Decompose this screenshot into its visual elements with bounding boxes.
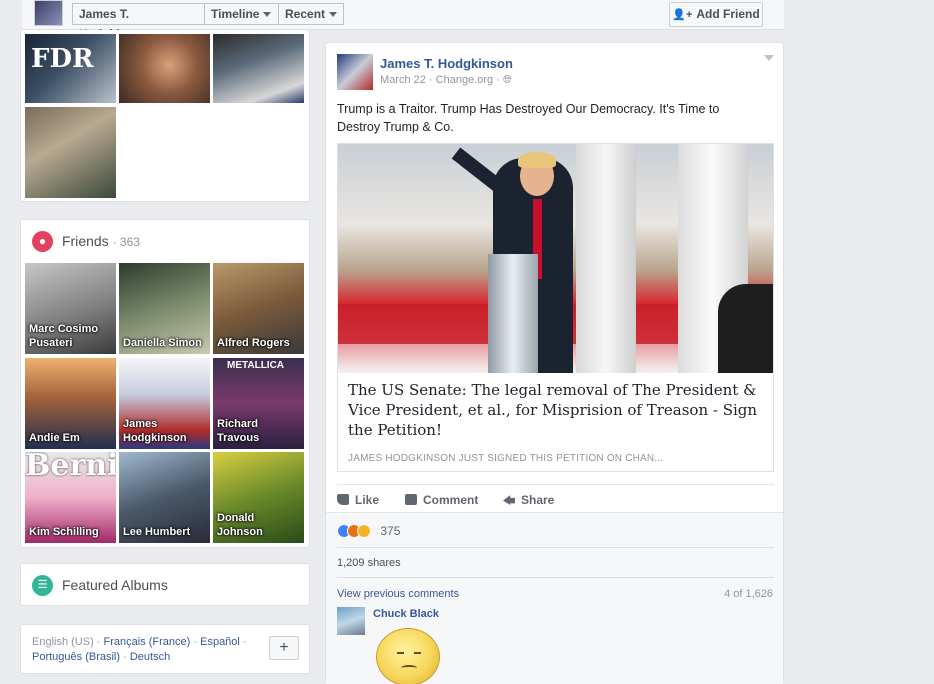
friend-name: Richard Travous (217, 418, 260, 444)
friend-name: Lee Humbert (123, 526, 191, 538)
language-selector-card: English (US) · Français (France) · Españ… (20, 624, 310, 674)
albums-title[interactable]: Featured Albums (62, 577, 168, 593)
photo-thumbnail[interactable] (25, 107, 116, 198)
friend-name: Andie Em (29, 432, 80, 444)
language-link[interactable]: Français (France) (104, 636, 191, 648)
commenter-avatar[interactable] (337, 607, 365, 635)
sticker-eye (397, 652, 404, 654)
featured-albums-card: ☰ Featured Albums (20, 563, 310, 606)
post-options-chevron-icon[interactable] (764, 55, 774, 61)
photo-thumbnail[interactable] (213, 34, 304, 103)
friend-name: Daniella Simon (123, 337, 202, 349)
chevron-down-icon (263, 12, 272, 18)
profile-name-button[interactable]: James T. Hodgkinson (72, 3, 205, 41)
friend-tile[interactable]: James Hodgkinson (119, 358, 210, 449)
like-icon (337, 494, 349, 505)
post-actions: Like Comment Share (337, 484, 774, 510)
timeline-post: James T. Hodgkinson March 22 · Change.or… (325, 42, 784, 684)
friend-name: Alfred Rogers (217, 337, 290, 349)
friend-tile[interactable]: Marc Cosimo Pusateri (25, 263, 116, 354)
audience-figure (718, 284, 773, 373)
share-icon (503, 495, 515, 505)
friend-name: James Hodgkinson (123, 418, 187, 444)
post-feedback: 375 1,209 shares View previous comments … (326, 512, 783, 684)
albums-icon: ☰ (32, 575, 53, 596)
post-author[interactable]: James T. Hodgkinson (380, 56, 513, 71)
friends-card: ● Friends · 363 Marc Cosimo Pusateri Dan… (20, 219, 310, 548)
speaker-hair (518, 152, 556, 168)
language-link[interactable]: Português (Brasil) (32, 651, 120, 663)
profile-thumbnail[interactable] (34, 0, 63, 26)
language-line: English (US) · Français (France) · Españ… (32, 636, 247, 648)
shares-count[interactable]: 1,209 shares (337, 557, 401, 569)
link-title[interactable]: The US Senate: The legal removal of The … (348, 380, 768, 440)
like-label: Like (355, 493, 380, 507)
photo-caption: FDR (31, 44, 94, 74)
friend-tile[interactable]: Bernie Kim Schilling (25, 452, 116, 543)
more-languages-button[interactable]: + (269, 636, 299, 660)
like-button[interactable]: Like (337, 493, 379, 507)
friend-tile[interactable]: Daniella Simon (119, 263, 210, 354)
sticker-mouth (401, 665, 417, 671)
language-link[interactable]: Español (200, 636, 240, 648)
podium-shape (488, 254, 538, 373)
post-text: Trump is a Traitor. Trump Has Destroyed … (337, 102, 720, 134)
recent-label: Recent (285, 7, 326, 21)
band-logo-text: METALLICA (227, 360, 285, 371)
friend-name: Marc Cosimo Pusateri (29, 323, 99, 349)
sign-text: Bernie (25, 452, 116, 483)
chevron-down-icon (329, 12, 338, 18)
wow-reaction-icon (357, 523, 371, 538)
sad-face-sticker (376, 628, 440, 684)
comment-button[interactable]: Comment (405, 493, 478, 507)
timeline-label: Timeline (211, 7, 260, 21)
author-avatar[interactable] (337, 54, 373, 90)
friends-count: · 363 (112, 235, 140, 249)
link-preview-image[interactable] (338, 144, 773, 373)
recent-dropdown[interactable]: Recent (278, 3, 344, 25)
link-preview[interactable]: The US Senate: The legal removal of The … (337, 143, 774, 472)
comment-label: Comment (423, 493, 479, 507)
friend-tile[interactable]: METALLICA Richard Travous (213, 358, 304, 449)
share-label: Share (521, 493, 555, 507)
comment-count: 4 of 1,626 (724, 588, 773, 600)
divider (337, 577, 774, 578)
friend-tile[interactable]: Andie Em (25, 358, 116, 449)
share-button[interactable]: Share (503, 493, 554, 507)
globe-icon: 🌐︎ (502, 74, 512, 86)
reaction-count: 375 (380, 523, 401, 538)
current-language: English (US) (32, 636, 94, 648)
friend-name: Donald Johnson (217, 512, 263, 538)
add-friend-label: Add Friend (696, 7, 760, 21)
link-caption: JAMES HODGKINSON JUST SIGNED THIS PETITI… (348, 453, 664, 464)
reactions-summary[interactable]: 375 (337, 523, 400, 539)
photos-card: FDR (20, 30, 310, 202)
profile-topbar: James T. Hodgkinson Timeline Recent 👤+Ad… (22, 0, 784, 41)
commenter-name[interactable]: Chuck Black (373, 608, 439, 620)
comment-icon (405, 494, 417, 505)
timeline-dropdown[interactable]: Timeline (204, 3, 279, 25)
friend-tile[interactable]: Lee Humbert (119, 452, 210, 543)
add-friend-icon: 👤+ (672, 9, 693, 21)
friends-icon: ● (32, 231, 53, 252)
post-date[interactable]: March 22 (380, 74, 426, 86)
friends-title[interactable]: Friends · 363 (62, 233, 140, 249)
friend-tile[interactable]: Alfred Rogers (213, 263, 304, 354)
view-previous-comments-link[interactable]: View previous comments (337, 588, 459, 600)
photo-thumbnail[interactable] (119, 34, 210, 103)
friend-name: Kim Schilling (29, 526, 99, 538)
photo-thumbnail[interactable]: FDR (25, 34, 116, 103)
add-friend-button[interactable]: 👤+ Add Friend (669, 2, 763, 27)
language-line: Português (Brasil) · Deutsch (32, 651, 171, 663)
friends-title-label: Friends (62, 233, 109, 249)
sticker-eye (414, 652, 421, 654)
friend-tile[interactable]: Donald Johnson (213, 452, 304, 543)
post-meta: March 22 · Change.org · 🌐︎ (380, 74, 512, 86)
column-shape (576, 144, 636, 373)
post-source[interactable]: Change.org (436, 74, 494, 86)
divider (337, 547, 774, 548)
language-link[interactable]: Deutsch (130, 651, 170, 663)
